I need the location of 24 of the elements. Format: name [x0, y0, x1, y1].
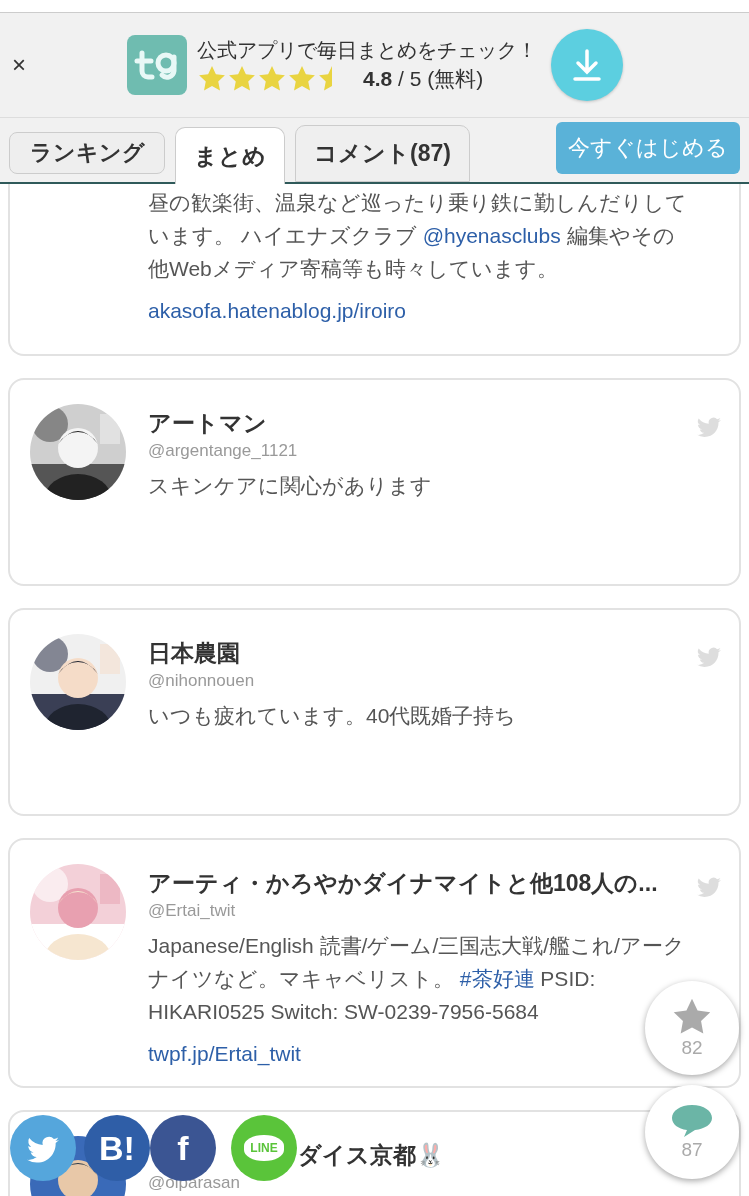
user-handle: @nihonnouen	[148, 671, 256, 691]
user-name: アートマン	[148, 409, 267, 438]
app-logo-icon	[127, 35, 187, 95]
close-icon[interactable]: ×	[12, 51, 127, 79]
user-name: アーティ・かろやかダイナマイトと他108人の...	[148, 869, 658, 898]
promo-text: 公式アプリで毎日まとめをチェック！	[197, 37, 537, 63]
tab[interactable]: ランキング	[9, 132, 165, 174]
profile-text: スキンケアに関心があります	[148, 473, 433, 499]
profile-text: 昼の歓楽街、温泉など巡ったり乗り鉄に勤しんだりしています。 ハイエナズクラブ @hyenasclubs 編集やその他Webメディア寄稿等も時々しています。	[148, 190, 688, 282]
tab[interactable]: コメント(87)	[295, 125, 470, 182]
user-name: 日本農園	[148, 639, 240, 668]
speech-bubble-icon	[670, 1103, 714, 1139]
profile-link[interactable]: akasofa.hatenablog.jp/iroiro	[148, 299, 406, 323]
rating-text: 4.8 / 5 (無料)	[363, 65, 484, 92]
user-handle: @Ertai_twit	[148, 901, 237, 921]
profile-text: いつも疲れています。40代既婚子持ち	[148, 703, 518, 729]
download-button[interactable]	[551, 29, 623, 101]
profile-link[interactable]: twpf.jp/Ertai_twit	[148, 1042, 301, 1066]
user-name: ダイス京都🐰	[298, 1141, 445, 1170]
tab[interactable]: まとめ	[175, 127, 285, 184]
link[interactable]: #茶好連	[459, 967, 535, 990]
link[interactable]: @hyenasclubs	[422, 224, 561, 247]
download-icon	[571, 48, 603, 82]
user-handle: @argentange_1121	[148, 441, 299, 461]
